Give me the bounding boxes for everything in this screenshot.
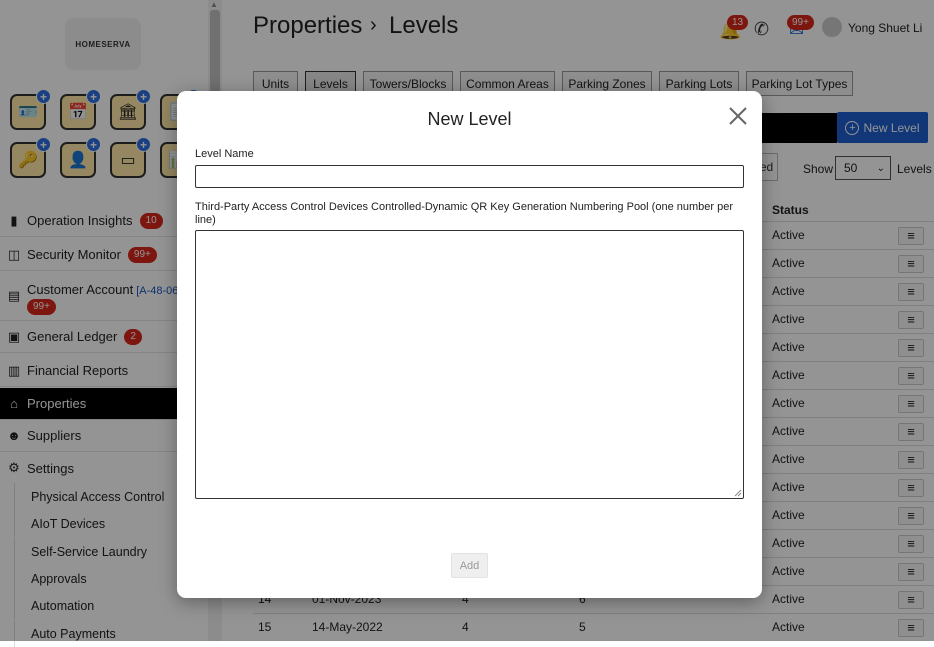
numbering-pool-textarea[interactable] — [195, 230, 744, 499]
resize-grip-icon[interactable] — [734, 489, 742, 497]
dialog-title: New Level — [427, 109, 512, 129]
level-name-label: Level Name — [195, 148, 254, 160]
close-icon[interactable] — [726, 104, 750, 128]
level-name-input[interactable] — [195, 165, 744, 188]
numbering-pool-label: Third-Party Access Control Devices Contr… — [195, 201, 734, 226]
add-button[interactable]: Add — [451, 553, 488, 578]
new-level-dialog: New Level Level Name Third-Party Access … — [177, 91, 762, 598]
